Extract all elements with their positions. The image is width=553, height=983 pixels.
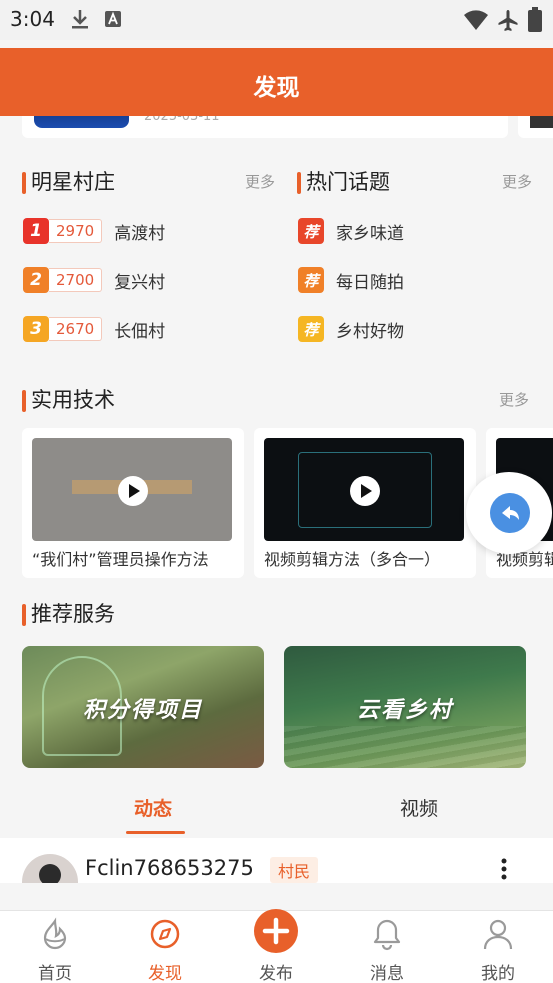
rank-item-3[interactable]: 3 2670 长佃村 bbox=[23, 315, 165, 343]
star-villages-title: 明星村庄 bbox=[31, 170, 115, 194]
bottom-navigation: 首页 发现 发布 消息 我的 bbox=[0, 909, 553, 983]
top-card[interactable]: 2025-03-11 bbox=[22, 116, 508, 138]
status-bar: 3:04 bbox=[0, 0, 553, 40]
tab-video[interactable]: 视频 bbox=[400, 794, 438, 821]
nav-label: 发现 bbox=[148, 964, 182, 983]
rank-village-name: 高渡村 bbox=[114, 223, 166, 244]
hot-topic-name: 家乡味道 bbox=[336, 223, 404, 244]
banner-label: 云看乡村 bbox=[356, 698, 453, 723]
rank-score: 2670 bbox=[49, 317, 103, 341]
video-card-1[interactable]: “我们村”管理员操作方法 bbox=[22, 428, 244, 578]
section-title-services: 推荐服务 bbox=[22, 598, 115, 628]
video-title: 视频剪辑方法（多合一） bbox=[264, 550, 441, 569]
recommend-badge: 荐 bbox=[298, 316, 324, 342]
top-card-date: 2025-03-11 bbox=[144, 116, 220, 124]
rank-badge: 1 bbox=[23, 218, 49, 244]
user-role-badge: 村民 bbox=[270, 857, 319, 883]
plus-icon bbox=[254, 909, 298, 953]
video-thumbnail bbox=[264, 438, 464, 541]
compass-icon bbox=[150, 919, 180, 949]
rank-badge: 2 bbox=[23, 267, 49, 293]
app-header: 发现 bbox=[0, 48, 553, 116]
service-banner-points[interactable]: 积分得项目 bbox=[22, 646, 264, 768]
video-card-2[interactable]: 视频剪辑方法（多合一） bbox=[254, 428, 476, 578]
hot-topics-more-link[interactable]: 更多 bbox=[502, 171, 532, 192]
rank-village-name: 复兴村 bbox=[114, 272, 166, 293]
page-title: 发现 bbox=[253, 75, 300, 101]
share-arrow-icon bbox=[490, 493, 530, 533]
top-card-strip[interactable]: 2025-03-11 bbox=[0, 116, 553, 146]
banner-decoration bbox=[284, 726, 526, 768]
hot-topic-name: 乡村好物 bbox=[336, 321, 404, 342]
nav-publish[interactable]: 发布 bbox=[221, 909, 331, 983]
avatar[interactable] bbox=[22, 854, 78, 883]
star-villages-more-link[interactable]: 更多 bbox=[245, 171, 275, 192]
section-title-star-villages: 明星村庄 bbox=[22, 166, 115, 196]
floating-share-button[interactable] bbox=[466, 472, 552, 554]
nav-label: 消息 bbox=[370, 964, 404, 983]
rank-item-1[interactable]: 1 2970 高渡村 bbox=[23, 217, 165, 245]
section-accent-bar bbox=[297, 172, 301, 194]
nav-messages[interactable]: 消息 bbox=[332, 911, 442, 983]
hot-topic-item-3[interactable]: 荐 乡村好物 bbox=[298, 315, 404, 343]
download-icon bbox=[72, 10, 88, 29]
user-icon bbox=[483, 919, 513, 950]
battery-icon bbox=[528, 7, 542, 32]
airplane-icon bbox=[498, 10, 518, 31]
rank-item-2[interactable]: 2 2700 复兴村 bbox=[23, 266, 165, 294]
feed-tabs: 动态 视频 bbox=[0, 784, 553, 838]
nav-label: 发布 bbox=[259, 964, 293, 983]
practical-tech-title: 实用技术 bbox=[31, 388, 115, 412]
feed-username[interactable]: Fclin768653275 bbox=[85, 856, 254, 880]
nav-profile[interactable]: 我的 bbox=[443, 911, 553, 983]
bell-icon bbox=[373, 919, 401, 951]
section-accent-bar bbox=[22, 390, 26, 412]
nav-label: 首页 bbox=[38, 964, 72, 983]
nav-discover[interactable]: 发现 bbox=[110, 911, 220, 983]
top-card-next-thumbnail bbox=[530, 116, 553, 128]
top-card-next[interactable] bbox=[518, 116, 553, 138]
rank-score: 2700 bbox=[49, 268, 103, 292]
nav-home[interactable]: 首页 bbox=[0, 911, 110, 983]
services-title: 推荐服务 bbox=[31, 602, 115, 626]
rank-village-name: 长佃村 bbox=[114, 321, 166, 342]
practical-tech-more-link[interactable]: 更多 bbox=[499, 389, 529, 410]
hot-topic-name: 每日随拍 bbox=[336, 272, 404, 293]
banner-label: 积分得项目 bbox=[82, 698, 203, 723]
top-card-thumbnail bbox=[34, 116, 129, 128]
avatar-face bbox=[39, 864, 61, 883]
recommend-badge: 荐 bbox=[298, 267, 324, 293]
wifi-icon bbox=[464, 10, 488, 30]
section-accent-bar bbox=[22, 172, 26, 194]
nav-label: 我的 bbox=[481, 964, 515, 983]
more-options-icon[interactable] bbox=[500, 858, 508, 880]
section-title-hot-topics: 热门话题 bbox=[297, 166, 390, 196]
rank-score: 2970 bbox=[49, 219, 103, 243]
text-a-icon bbox=[105, 11, 121, 27]
play-icon[interactable] bbox=[350, 476, 380, 506]
video-thumbnail bbox=[32, 438, 232, 541]
home-icon bbox=[43, 917, 67, 950]
play-icon[interactable] bbox=[118, 476, 148, 506]
tab-dynamic[interactable]: 动态 bbox=[134, 794, 172, 821]
rank-badge: 3 bbox=[23, 316, 49, 342]
tab-active-indicator bbox=[126, 831, 185, 834]
service-banner-cloud-village[interactable]: 云看乡村 bbox=[284, 646, 526, 768]
hot-topic-item-1[interactable]: 荐 家乡味道 bbox=[298, 217, 404, 245]
section-title-practical-tech: 实用技术 bbox=[22, 384, 115, 414]
recommend-badge: 荐 bbox=[298, 218, 324, 244]
hot-topic-item-2[interactable]: 荐 每日随拍 bbox=[298, 266, 404, 294]
section-accent-bar bbox=[22, 604, 26, 626]
status-time: 3:04 bbox=[10, 7, 55, 31]
feed-item[interactable]: Fclin768653275 村民 bbox=[0, 838, 553, 883]
hot-topics-title: 热门话题 bbox=[306, 170, 390, 194]
video-title: “我们村”管理员操作方法 bbox=[32, 550, 209, 569]
